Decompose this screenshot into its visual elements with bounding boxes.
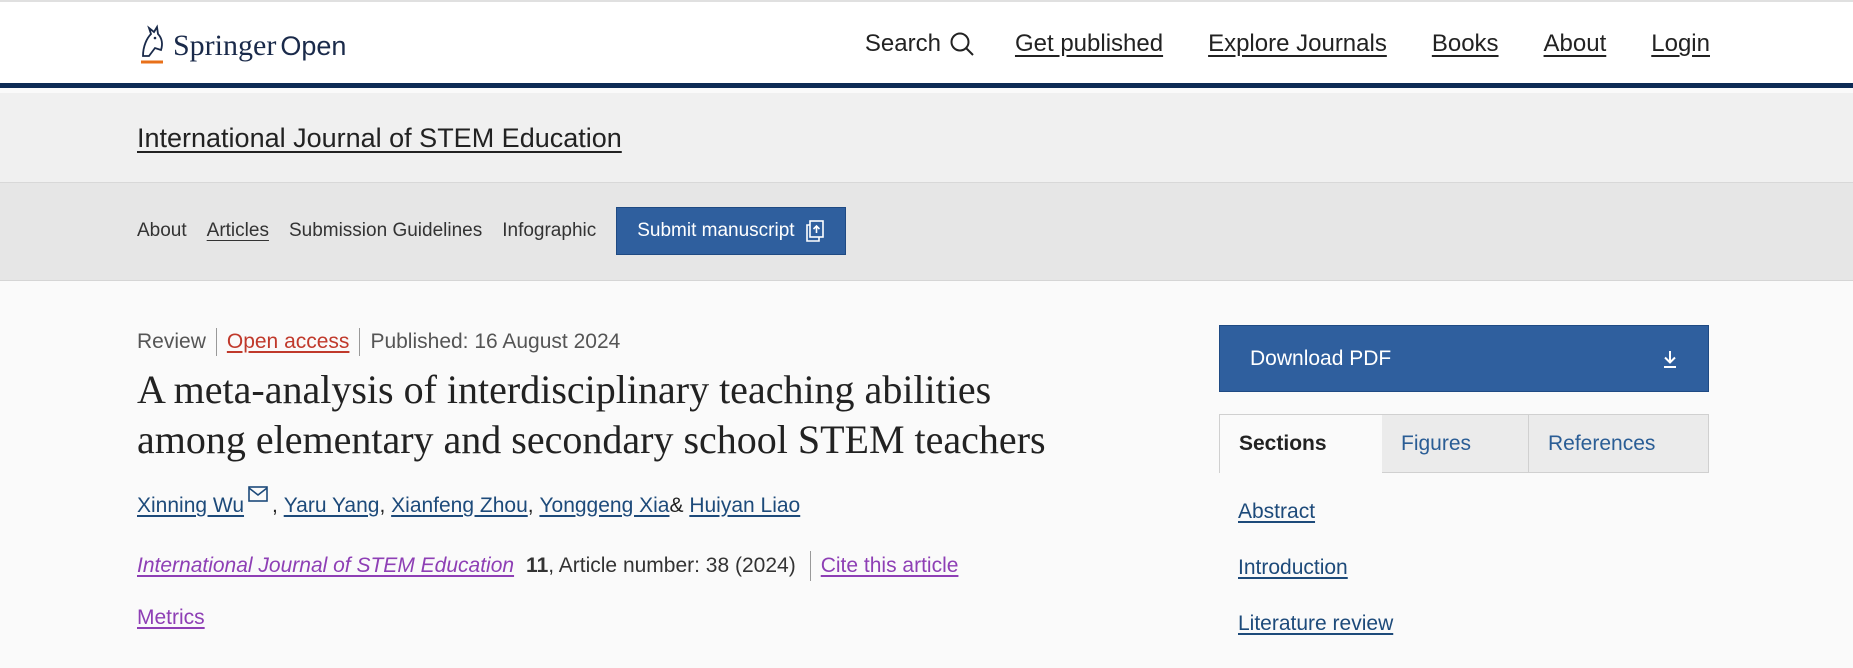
search-icon — [950, 32, 974, 56]
tab-sections-label: Sections — [1239, 432, 1327, 455]
citation-line: International Journal of STEM Education … — [137, 551, 958, 581]
author-link[interactable]: Huiyan Liao — [689, 494, 800, 518]
section-link-abstract[interactable]: Abstract — [1238, 500, 1393, 556]
section-link-introduction[interactable]: Introduction — [1238, 556, 1393, 612]
author-link[interactable]: Yonggeng Xia — [539, 494, 669, 518]
journal-title-link[interactable]: International Journal of STEM Education — [137, 123, 622, 154]
article-meta: Review Open access Published: 16 August … — [137, 328, 620, 356]
author-separator: & — [669, 494, 684, 517]
springer-horse-logo-icon — [141, 24, 163, 64]
citation-journal-link[interactable]: International Journal of STEM Education — [137, 554, 514, 578]
journal-band: International Journal of STEM Education — [0, 93, 1853, 183]
author-link[interactable]: Xianfeng Zhou — [391, 494, 528, 518]
journal-nav: About Articles Submission Guidelines Inf… — [0, 183, 1853, 281]
section-links: Abstract Introduction Literature review — [1238, 500, 1393, 668]
author-separator: , — [379, 494, 386, 517]
logo-suffix-text: Open — [280, 30, 347, 61]
nav-about[interactable]: About — [1544, 30, 1607, 58]
article-title: A meta-analysis of interdisciplinary tea… — [137, 367, 1046, 462]
journal-nav-articles[interactable]: Articles — [207, 220, 269, 242]
citation-volume: 11 — [526, 554, 549, 577]
author-list: Xinning Wu , Yaru Yang , Xianfeng Zhou ,… — [137, 486, 800, 518]
tab-references-label: References — [1548, 431, 1656, 455]
cite-this-article-link[interactable]: Cite this article — [821, 554, 959, 578]
search-button[interactable]: Search — [865, 30, 975, 58]
download-icon — [1664, 350, 1676, 368]
open-access-link[interactable]: Open access — [227, 330, 350, 354]
nav-get-published[interactable]: Get published — [1015, 30, 1163, 58]
author-separator: , — [272, 494, 278, 517]
meta-divider — [359, 328, 361, 356]
tab-figures[interactable]: Figures — [1382, 414, 1529, 473]
citation-details: , Article number: 38 (2024) — [548, 554, 796, 577]
citation-divider — [809, 551, 811, 581]
submit-manuscript-label: Submit manuscript — [637, 220, 795, 241]
journal-nav-about[interactable]: About — [137, 220, 187, 242]
author-link[interactable]: Yaru Yang — [284, 494, 380, 518]
journal-nav-infographic[interactable]: Infographic — [502, 220, 596, 242]
sidebar-tabs: Sections Figures References — [1219, 414, 1709, 473]
article-type: Review — [137, 330, 206, 353]
external-submit-icon — [805, 220, 824, 242]
author-separator: , — [527, 494, 534, 517]
submit-manuscript-button[interactable]: Submit manuscript — [616, 207, 846, 255]
nav-books[interactable]: Books — [1432, 30, 1499, 58]
tab-figures-label: Figures — [1401, 431, 1472, 455]
nav-explore-journals[interactable]: Explore Journals — [1208, 30, 1387, 58]
search-label: Search — [864, 30, 941, 57]
logo-brand-text: Springer — [173, 29, 277, 62]
nav-login[interactable]: Login — [1651, 30, 1710, 58]
metrics-link[interactable]: Metrics — [137, 606, 205, 630]
springer-open-logo[interactable]: Springer Open — [137, 24, 346, 68]
top-nav: Search Get published Explore Journals Bo… — [865, 30, 1710, 58]
journal-nav-items: About Articles Submission Guidelines Inf… — [137, 207, 846, 255]
published-date: Published: 16 August 2024 — [370, 330, 621, 353]
download-pdf-label: Download PDF — [1250, 346, 1392, 370]
email-icon[interactable] — [248, 486, 268, 502]
site-header: Springer Open Search Get published Explo… — [0, 0, 1853, 88]
meta-divider — [215, 328, 217, 356]
author-link[interactable]: Xinning Wu — [137, 494, 244, 518]
tab-references[interactable]: References — [1529, 414, 1709, 473]
journal-nav-submission-guidelines[interactable]: Submission Guidelines — [289, 220, 482, 242]
tab-sections[interactable]: Sections — [1219, 414, 1382, 473]
download-pdf-button[interactable]: Download PDF — [1219, 325, 1709, 392]
